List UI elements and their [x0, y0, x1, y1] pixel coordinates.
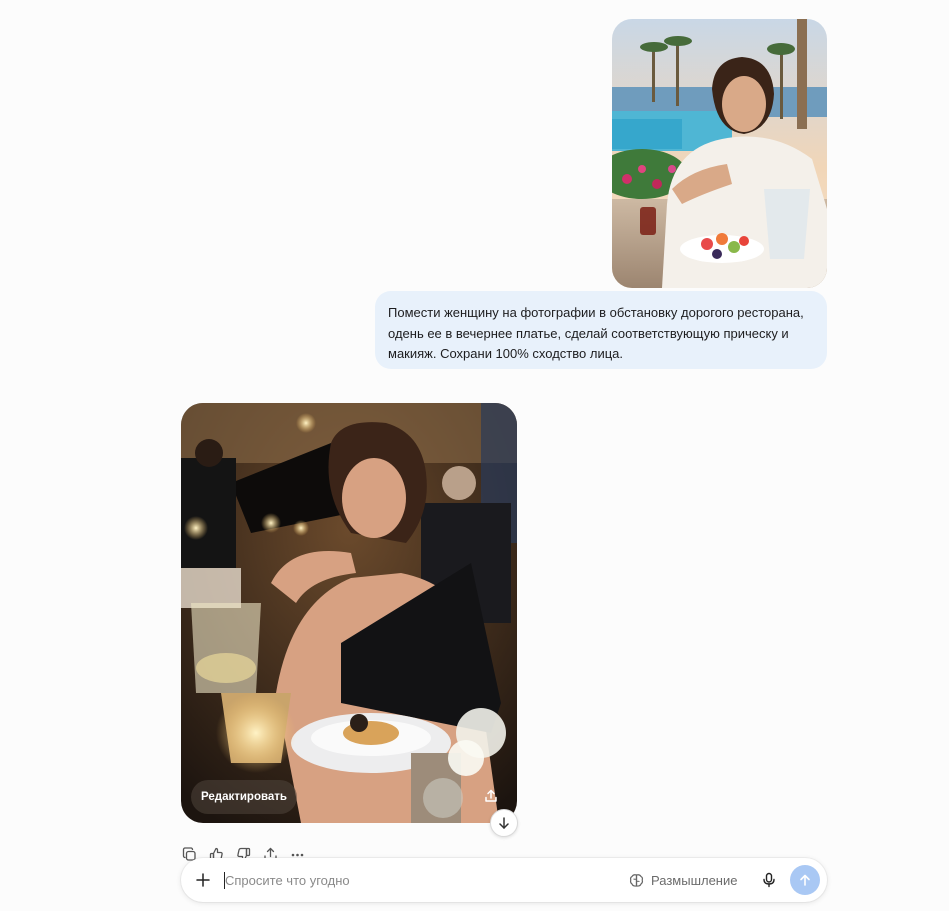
share-icon [485, 789, 497, 802]
edit-image-button[interactable]: Редактировать [191, 780, 297, 814]
thinking-toggle[interactable]: Размышление [629, 870, 737, 890]
mic-icon [763, 872, 775, 888]
attach-button[interactable] [193, 870, 213, 890]
edit-image-label: Редактировать [201, 791, 287, 803]
generated-image[interactable]: Редактировать [181, 403, 517, 823]
scroll-to-bottom-button[interactable] [490, 809, 518, 837]
thinking-label: Размышление [651, 872, 738, 888]
send-arrow-icon [800, 874, 810, 886]
user-message-text: Помести женщину на фотографии в обстанов… [388, 305, 804, 361]
plus-icon [196, 873, 210, 887]
arrow-down-icon [499, 817, 509, 829]
message-composer: Размышление [181, 858, 827, 902]
send-button[interactable] [790, 865, 820, 895]
share-image-button[interactable] [478, 783, 504, 809]
brain-icon [629, 873, 644, 887]
message-input[interactable] [225, 858, 605, 902]
user-uploaded-photo[interactable] [612, 19, 827, 288]
user-message-bubble: Помести женщину на фотографии в обстанов… [375, 291, 827, 369]
voice-input-button[interactable] [759, 870, 779, 890]
